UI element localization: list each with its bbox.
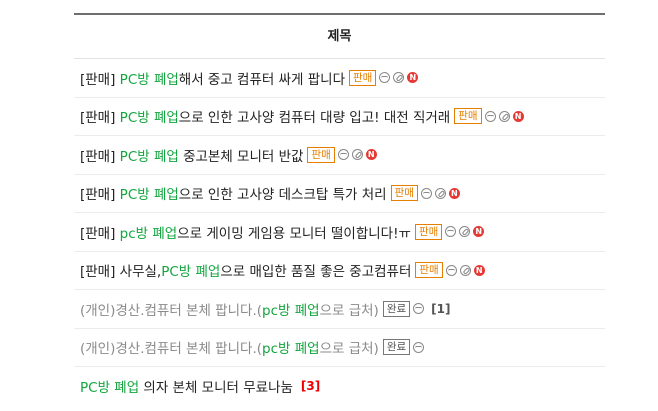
title-text: [판매] 사무실,	[80, 264, 162, 281]
keyword-highlight: PC방 폐업	[80, 379, 140, 396]
title-text: 으로 게이밍 게임용 모니터 떨이합니다!ㅠ	[177, 225, 411, 242]
new-badge-icon: N	[448, 187, 460, 199]
link-icon	[351, 149, 363, 161]
title-text: [판매]	[80, 225, 120, 242]
title-text: [판매]	[80, 148, 120, 165]
image-icon	[484, 110, 496, 122]
title-text: 으로 매입한 품질 좋은 중고컴퓨터	[220, 264, 412, 281]
status-badge-sale: 판매	[454, 108, 482, 125]
new-badge-icon: N	[365, 149, 377, 161]
title-text: 으로 인한 고사양 컴퓨터 대량 입고! 대전 직거래	[178, 110, 451, 127]
post-title-link[interactable]: (개인)경산.컴퓨터 본체 팝니다.(pc방 폐업으로 급처)	[80, 337, 379, 357]
image-icon	[379, 72, 391, 84]
link-icon	[393, 72, 405, 84]
post-badges: 판매 N	[390, 185, 463, 202]
keyword-highlight: pc방 폐업	[262, 341, 320, 358]
table-row: (개인)경산.컴퓨터 본체 팝니다.(pc방 폐업으로 급처) 완료 [1]	[74, 290, 605, 329]
image-icon	[420, 187, 432, 199]
title-text: 으로 급처)	[319, 302, 379, 319]
title-text: 중고본체 모니터 반값	[178, 148, 304, 165]
title-text: 해서 중고 컴퓨터 싸게 팝니다	[178, 71, 346, 88]
status-badge-sale: 판매	[307, 146, 335, 163]
status-badge-sale: 판매	[415, 262, 443, 279]
keyword-highlight: PC방 폐업	[119, 110, 179, 127]
status-badge-sale: 판매	[349, 69, 377, 86]
post-badges: 판매 N	[454, 108, 526, 125]
table-row: [판매] pc방 폐업으로 게이밍 게임용 모니터 떨이합니다!ㅠ 판매 N	[74, 213, 605, 252]
status-badge-sale: 판매	[414, 223, 443, 240]
post-badges: 판매 N	[349, 69, 421, 86]
title-text: 으로 인한 고사양 데스크탑 특가 처리	[178, 187, 387, 204]
post-title-link[interactable]: [판매] PC방 폐업 중고본체 모니터 반값	[80, 145, 303, 165]
keyword-highlight: pc방 폐업	[119, 225, 178, 242]
table-row: [판매] PC방 폐업으로 인한 고사양 컴퓨터 대량 입고! 대전 직거래 판매…	[74, 98, 605, 136]
table-row: [판매] PC방 폐업 중고본체 모니터 반값 판매 N	[74, 136, 605, 175]
keyword-highlight: PC방 폐업	[119, 187, 179, 204]
new-badge-icon: N	[512, 110, 524, 122]
post-title-link[interactable]: [판매] PC방 폐업해서 중고 컴퓨터 싸게 팝니다	[80, 68, 345, 88]
post-badges: 완료 [1]	[382, 300, 450, 317]
post-title-link[interactable]: PC방 폐업 의자 본체 모니터 무료나눔	[80, 376, 293, 396]
link-icon	[459, 226, 471, 238]
table-row: [판매] PC방 폐업해서 중고 컴퓨터 싸게 팝니다 판매 N	[74, 59, 605, 98]
status-badge-done: 완료	[382, 339, 411, 356]
title-text: 으로 급처)	[319, 341, 379, 358]
post-list: [판매] PC방 폐업해서 중고 컴퓨터 싸게 팝니다 판매 N [판매] PC방 폐…	[74, 59, 605, 405]
post-badges: 완료	[382, 339, 427, 356]
post-badges: 판매 N	[415, 262, 487, 279]
post-badges: 판매 N	[414, 223, 487, 240]
link-icon	[434, 187, 446, 199]
post-badges: [3]	[297, 379, 320, 393]
title-text: (개인)경산.컴퓨터 본체 팝니다.(	[80, 341, 263, 358]
post-title-link[interactable]: (개인)경산.컴퓨터 본체 팝니다.(pc방 폐업으로 급처)	[80, 299, 379, 319]
keyword-highlight: PC방 폐업	[161, 264, 221, 281]
title-text: [판매]	[80, 110, 120, 127]
comment-count[interactable]: [3]	[301, 379, 320, 393]
image-icon	[413, 341, 425, 353]
new-badge-icon: N	[473, 226, 485, 238]
link-icon	[498, 110, 510, 122]
table-row: PC방 폐업 의자 본체 모니터 무료나눔 [3]	[74, 367, 605, 405]
image-icon	[445, 226, 457, 238]
title-text: (개인)경산.컴퓨터 본체 팝니다.(	[80, 302, 263, 319]
title-text: 의자 본체 모니터 무료나눔	[139, 379, 293, 396]
link-icon	[459, 264, 471, 276]
table-row: [판매] PC방 폐업으로 인한 고사양 데스크탑 특가 처리 판매 N	[74, 175, 605, 213]
new-badge-icon: N	[473, 264, 485, 276]
image-icon	[337, 149, 349, 161]
title-text: [판매]	[80, 187, 120, 204]
image-icon	[413, 303, 425, 315]
table-row: (개인)경산.컴퓨터 본체 팝니다.(pc방 폐업으로 급처) 완료	[74, 329, 605, 367]
title-text: [판매]	[80, 71, 120, 88]
comment-count[interactable]: [1]	[431, 302, 450, 316]
column-header-title: 제목	[74, 15, 605, 59]
board-list: 제목 [판매] PC방 폐업해서 중고 컴퓨터 싸게 팝니다 판매 N [판매] PC…	[74, 13, 605, 405]
post-title-link[interactable]: [판매] PC방 폐업으로 인한 고사양 데스크탑 특가 처리	[80, 183, 387, 203]
image-icon	[445, 264, 457, 276]
new-badge-icon: N	[407, 72, 419, 84]
post-title-link[interactable]: [판매] PC방 폐업으로 인한 고사양 컴퓨터 대량 입고! 대전 직거래	[80, 106, 450, 126]
status-badge-sale: 판매	[390, 185, 418, 202]
keyword-highlight: pc방 폐업	[262, 302, 320, 319]
post-title-link[interactable]: [판매] pc방 폐업으로 게이밍 게임용 모니터 떨이합니다!ㅠ	[80, 222, 411, 242]
table-row: [판매] 사무실,PC방 폐업으로 매입한 품질 좋은 중고컴퓨터 판매 N	[74, 252, 605, 290]
post-badges: 판매 N	[307, 146, 379, 163]
status-badge-done: 완료	[382, 300, 411, 317]
post-title-link[interactable]: [판매] 사무실,PC방 폐업으로 매입한 품질 좋은 중고컴퓨터	[80, 260, 411, 280]
keyword-highlight: PC방 폐업	[119, 148, 179, 165]
keyword-highlight: PC방 폐업	[119, 71, 179, 88]
